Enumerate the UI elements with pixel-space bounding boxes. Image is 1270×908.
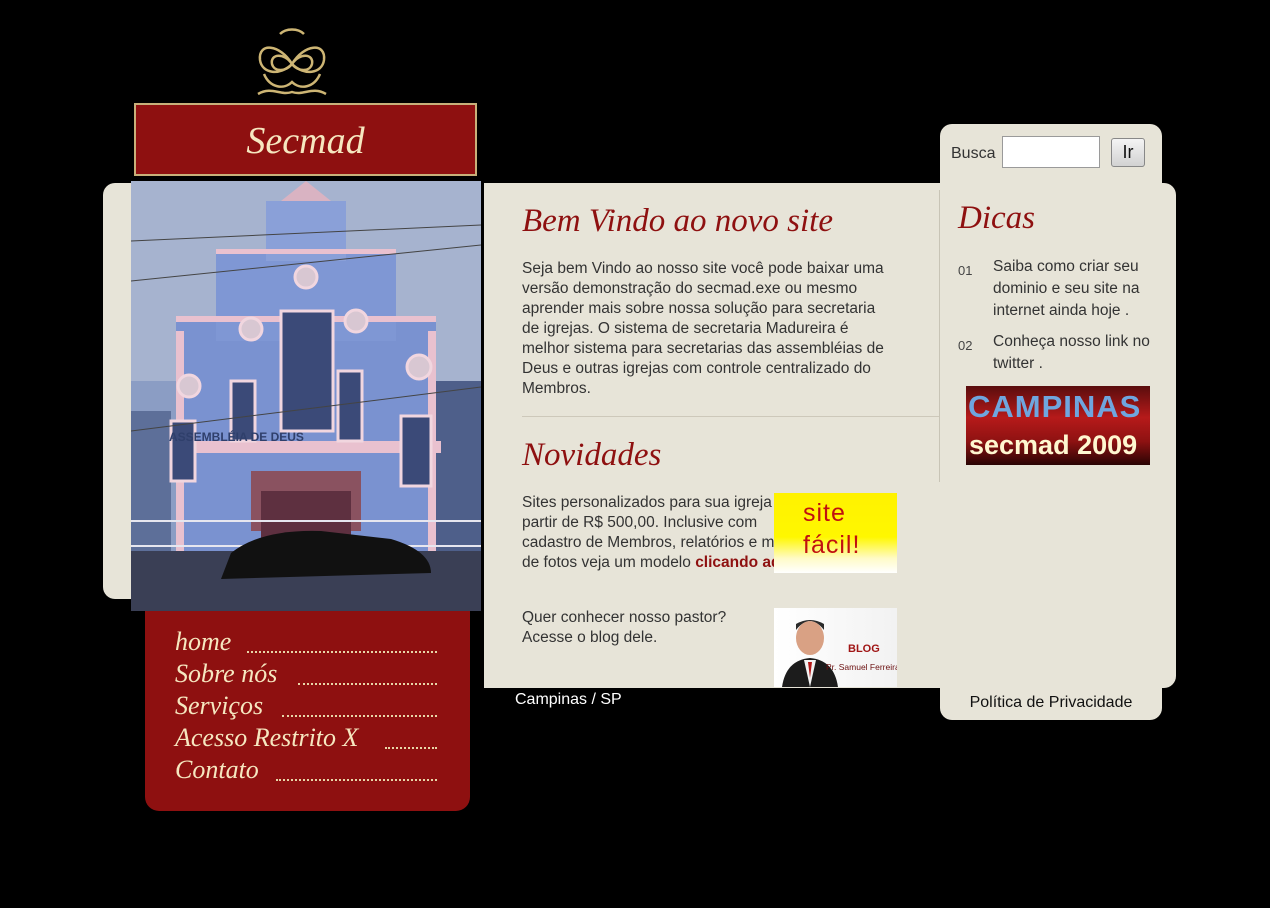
campinas-banner[interactable]: CAMPINAS secmad 2009 [966,386,1150,465]
tip-2-number: 02 [958,338,973,353]
search-input[interactable] [1002,136,1100,168]
site-facil-line-1: site [803,499,846,527]
nav-label-sobre-nos: Sobre nós [175,659,278,688]
blog-pastor-name: Pr. Samuel Ferreira [826,662,897,672]
sidebar-title: Dicas [958,200,1035,236]
tip-2-link[interactable]: Conheça nosso link no twitter . [993,331,1153,375]
site-facil-line-2: fácil! [803,531,861,559]
nav-item-contato[interactable]: Contato [175,755,437,787]
pastor-blog-banner[interactable]: BLOG Pr. Samuel Ferreira [774,608,897,687]
campinas-banner-subtitle: secmad 2009 [969,430,1138,460]
nav-dotted-line [298,683,437,685]
ornament-logo [257,28,327,96]
column-divider [939,190,940,482]
search-label: Busca [951,145,996,162]
church-sign-text: ASSEMBLÉIA DE DEUS [169,429,304,444]
blog-label: BLOG [848,643,880,655]
news-item-2: Quer conhecer nosso pastor? Acesse o blo… [522,609,727,646]
news-item-1: Sites personalizados para sua igreja a p… [522,493,812,573]
church-photo: ASSEMBLÉIA DE DEUS [131,181,481,611]
news-title: Novidades [522,437,662,473]
brand-title: Secmad [246,120,365,162]
section-divider [522,416,939,417]
footer-location: Campinas / SP [515,691,622,708]
nav-item-servicos[interactable]: Serviços [175,691,437,723]
nav-dotted-line [282,715,437,717]
nav-item-home[interactable]: home [175,627,437,659]
nav-label-contato: Contato [175,755,259,784]
tip-1-link[interactable]: Saiba como criar seu dominio e seu site … [993,256,1153,322]
search-button[interactable]: Ir [1111,138,1145,167]
privacy-policy-link[interactable]: Política de Privacidade [940,694,1162,712]
nav-item-sobre-nos[interactable]: Sobre nós [175,659,437,691]
campinas-banner-title: CAMPINAS [968,389,1142,424]
nav-dotted-line [276,779,437,781]
nav-dotted-line [385,747,437,749]
main-navigation: home Sobre nós Serviços Acesso Restrito … [145,611,470,811]
nav-label-home: home [175,627,232,656]
welcome-text: Seja bem Vindo ao nosso site você pode b… [522,260,884,397]
welcome-title: Bem Vindo ao novo site [522,203,833,239]
brand-header[interactable]: Secmad [134,103,477,176]
site-facil-banner[interactable]: site fácil! [774,493,897,573]
nav-item-acesso-restrito[interactable]: Acesso Restrito X [175,723,437,755]
nav-label-servicos: Serviços [175,691,264,720]
tip-1-number: 01 [958,263,973,278]
nav-label-acesso-restrito: Acesso Restrito X [175,723,359,752]
nav-dotted-line [247,651,437,653]
